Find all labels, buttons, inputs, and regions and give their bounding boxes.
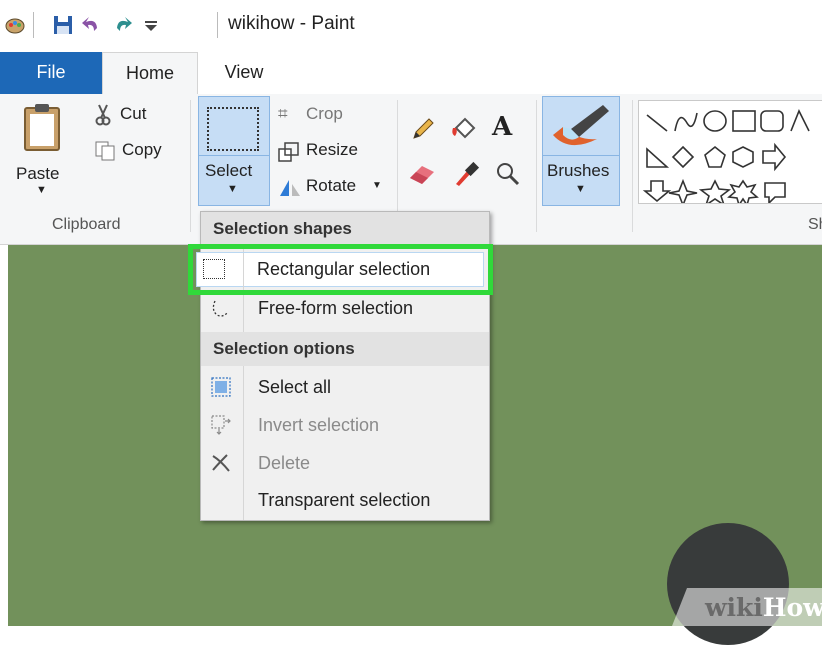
watermark-wiki: wiki	[705, 593, 763, 622]
menu-item-invert-selection[interactable]: Invert selection	[201, 407, 489, 443]
ribbon-tabs: File Home View	[0, 52, 822, 95]
dark-circle	[667, 523, 789, 645]
watermark-how: How	[762, 593, 822, 622]
crop-button[interactable]: ⌗ Crop	[278, 104, 378, 128]
rotate-label: Rotate	[306, 176, 357, 195]
save-icon[interactable]	[52, 14, 74, 36]
divider	[33, 12, 34, 38]
menu-item-label: Delete	[258, 453, 311, 473]
crop-label: Crop	[306, 104, 343, 123]
paint-app-icon[interactable]	[4, 14, 26, 36]
magnifier-icon[interactable]	[494, 160, 522, 188]
menu-item-transparent-selection[interactable]: Transparent selection	[201, 482, 489, 518]
invert-selection-icon	[211, 415, 231, 435]
resize-icon	[278, 142, 299, 162]
green-highlight-box	[188, 244, 493, 295]
pencil-icon[interactable]	[410, 116, 436, 142]
group-label-clipboard: Clipboard	[52, 216, 121, 233]
group-separator	[632, 100, 633, 232]
shapes-icon	[642, 109, 810, 203]
select-all-icon	[211, 377, 231, 397]
menu-item-label: Transparent selection	[258, 490, 431, 510]
shapes-gallery[interactable]	[638, 100, 822, 204]
chevron-down-icon: ▼	[372, 180, 382, 191]
section-header-selection-options: Selection options	[201, 332, 489, 366]
group-separator	[190, 100, 191, 232]
copy-icon	[95, 141, 115, 161]
select-button[interactable]: Select ▼	[198, 96, 270, 206]
redo-icon[interactable]	[112, 14, 134, 36]
eraser-icon[interactable]	[408, 162, 438, 186]
cut-button[interactable]: Cut	[94, 104, 174, 128]
delete-icon	[212, 454, 230, 472]
cut-label: Cut	[120, 104, 147, 123]
copy-label: Copy	[122, 140, 162, 159]
tab-home[interactable]: Home	[102, 52, 198, 95]
divider	[217, 12, 218, 38]
divider	[199, 155, 269, 156]
brush-icon	[553, 105, 609, 146]
section-header-selection-shapes: Selection shapes	[201, 212, 489, 246]
menu-item-delete[interactable]: Delete	[201, 445, 489, 481]
chevron-down-icon: ▼	[575, 183, 586, 195]
menu-item-label: Select all	[258, 377, 332, 397]
menu-item-label: Invert selection	[258, 415, 380, 435]
free-form-selection-icon	[212, 300, 229, 317]
paste-button[interactable]: Paste ▼	[14, 100, 84, 208]
tab-file[interactable]: File	[0, 52, 102, 94]
text-icon[interactable]: A	[492, 112, 512, 142]
fill-icon[interactable]	[450, 114, 480, 142]
tab-view[interactable]: View	[212, 52, 276, 94]
undo-icon[interactable]	[80, 14, 102, 36]
copy-button[interactable]: Copy	[94, 140, 174, 164]
clipboard-icon	[24, 104, 60, 151]
title-bar: wikihow - Paint	[0, 0, 822, 52]
rotate-icon	[280, 180, 300, 196]
customize-arrow-icon[interactable]	[140, 14, 162, 36]
crop-icon: ⌗	[278, 104, 288, 123]
color-picker-icon[interactable]	[452, 160, 480, 188]
menu-item-select-all[interactable]: Select all	[201, 369, 489, 405]
group-separator	[536, 100, 537, 232]
group-label-shapes: Sh	[808, 216, 822, 233]
rectangular-selection-icon	[207, 107, 259, 151]
resize-label: Resize	[306, 140, 358, 159]
menu-item-free-form-selection[interactable]: Free-form selection	[201, 290, 489, 326]
chevron-down-icon: ▼	[36, 184, 47, 196]
window-title: wikihow - Paint	[228, 13, 355, 34]
paste-label: Paste	[16, 164, 60, 183]
divider	[543, 155, 619, 156]
brushes-label: Brushes	[547, 161, 610, 180]
chevron-down-icon: ▼	[227, 183, 238, 195]
select-label: Select	[205, 161, 253, 180]
rotate-button[interactable]: Rotate ▼	[278, 176, 388, 200]
resize-button[interactable]: Resize	[278, 140, 378, 164]
menu-item-label: Free-form selection	[258, 298, 414, 318]
scissors-icon	[95, 104, 111, 126]
brushes-button[interactable]: Brushes ▼	[542, 96, 620, 206]
wikihow-watermark: wikiHow	[705, 593, 822, 622]
